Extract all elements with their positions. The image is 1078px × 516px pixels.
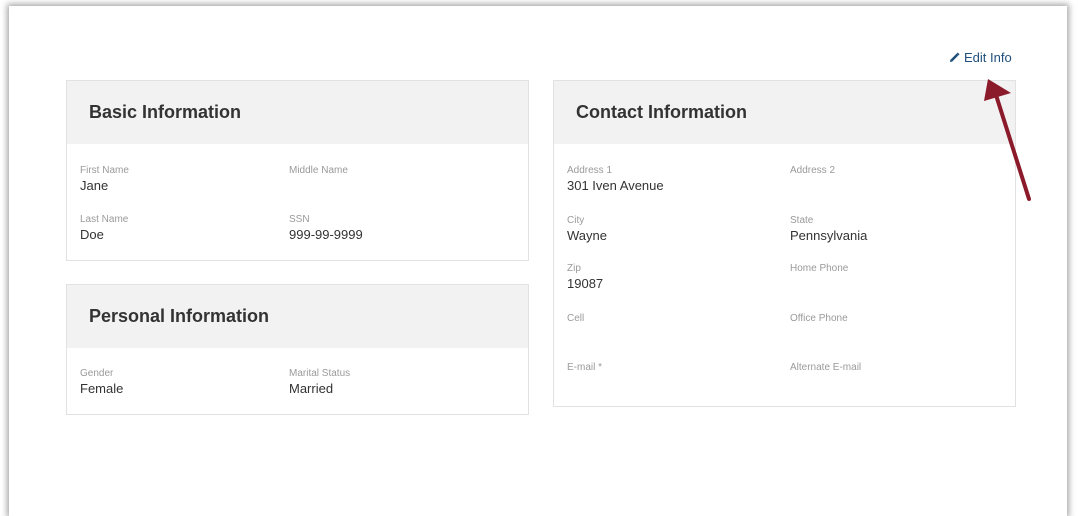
annotation-arrow-icon (984, 79, 1031, 201)
